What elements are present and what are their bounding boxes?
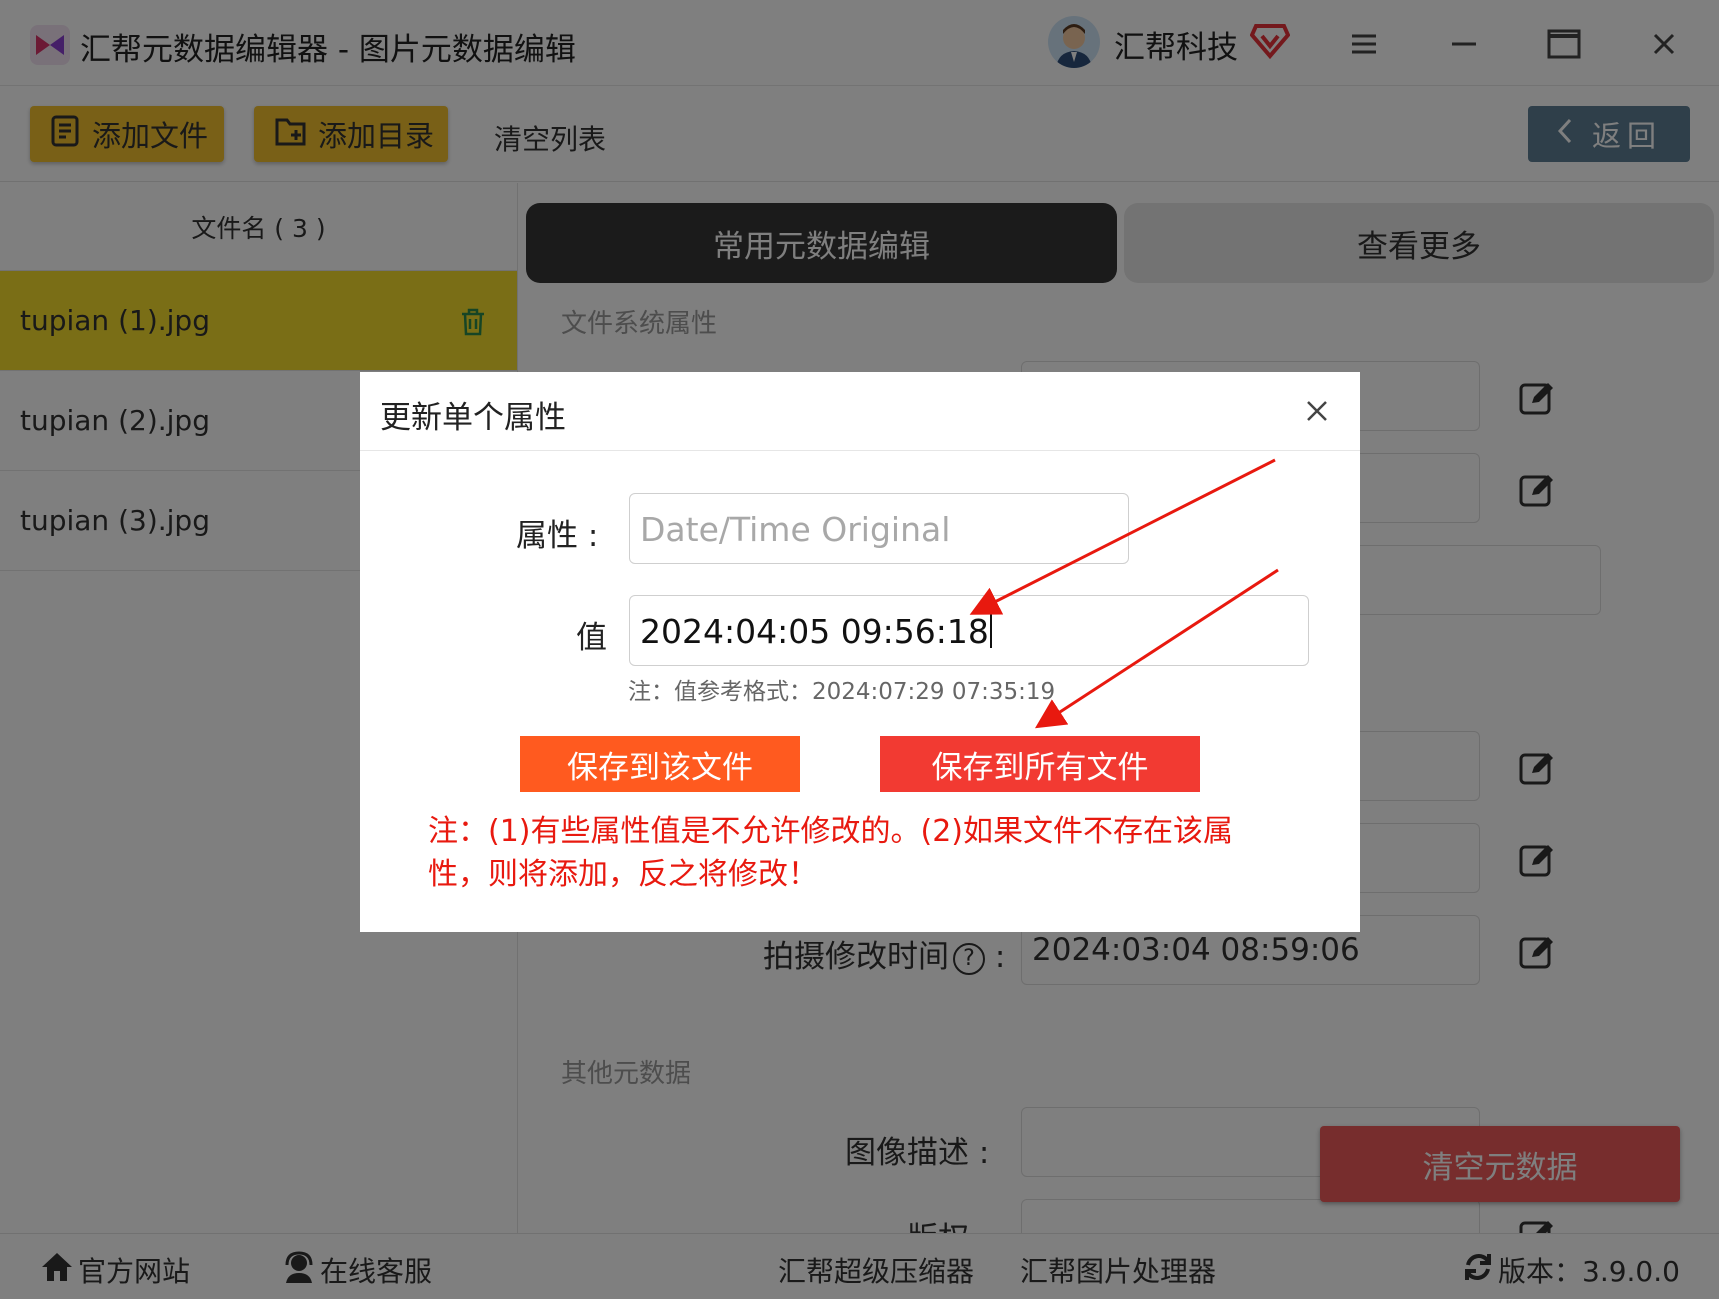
dialog-note: 注：(1)有些属性值是不允许修改的。(2)如果文件不存在该属性，则将添加，反之将… — [428, 814, 1233, 892]
text-cursor — [989, 614, 992, 648]
save-to-all-files-button[interactable]: 保存到所有文件 — [880, 736, 1200, 792]
property-label: 属性 : — [516, 518, 599, 554]
dialog-header: 更新单个属性 — [360, 372, 1360, 451]
property-field: Date/Time Original — [629, 493, 1129, 564]
save-to-file-button[interactable]: 保存到该文件 — [520, 736, 800, 792]
format-hint: 注：值参考格式：2024:07:29 07:35:19 — [628, 679, 1056, 705]
value-label: 值 — [576, 620, 607, 656]
value-input[interactable]: 2024:04:05 09:56:18 — [629, 595, 1309, 666]
close-icon[interactable] — [1300, 394, 1334, 428]
update-property-dialog: 更新单个属性 属性 : Date/Time Original 值 2024:04… — [360, 372, 1360, 932]
dialog-title: 更新单个属性 — [380, 400, 566, 436]
value-text: 2024:04:05 09:56:18 — [640, 612, 989, 651]
